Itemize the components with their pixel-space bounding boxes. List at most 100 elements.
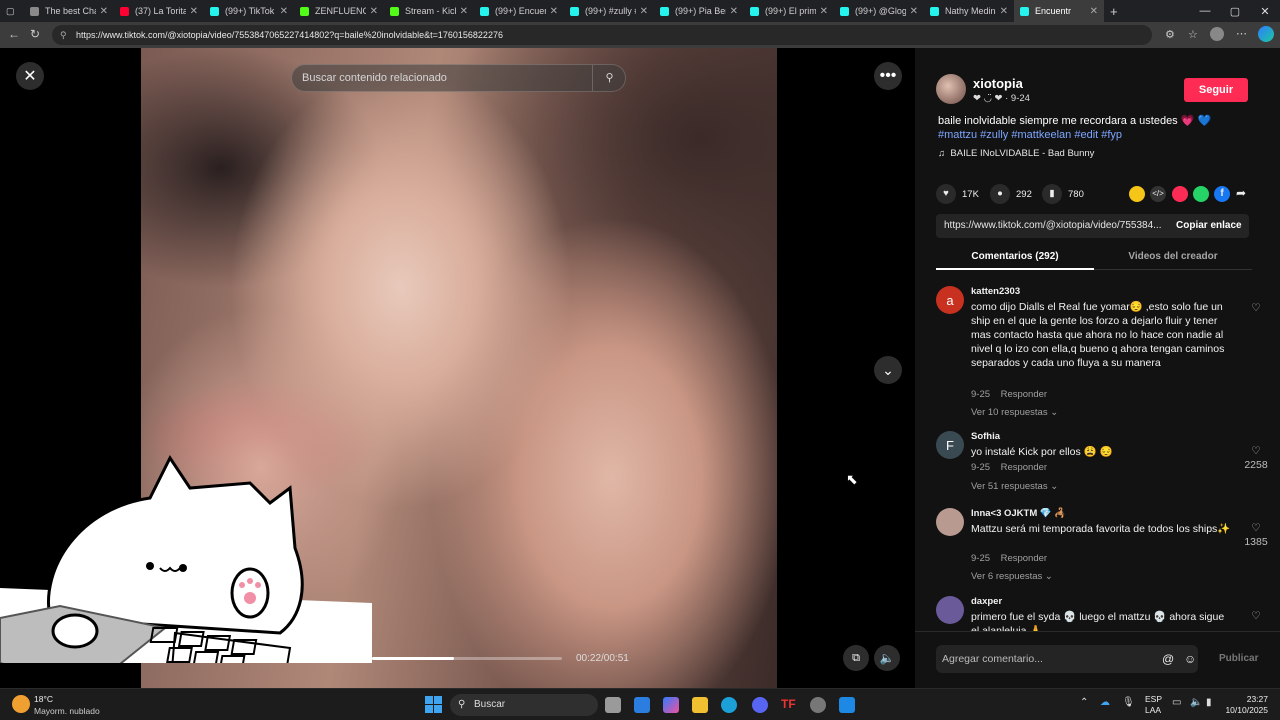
edge-icon[interactable] (721, 697, 737, 713)
weather-desc[interactable]: Mayorm. nublado (34, 706, 100, 716)
like-heart-icon[interactable]: ♡ (1236, 610, 1276, 622)
author-username[interactable]: xiotopia (973, 76, 1023, 91)
volume-icon[interactable]: 🔈 (874, 645, 900, 671)
lang-code[interactable]: ESP (1145, 694, 1162, 704)
avatar[interactable]: F (936, 431, 964, 459)
browser-tab[interactable]: (99+) @Glogi ✕ (834, 0, 924, 22)
browser-tab[interactable]: (99+) Pia Berr✕ (654, 0, 744, 22)
copilot-icon[interactable] (1258, 26, 1274, 42)
profile-avatar[interactable] (1210, 27, 1224, 41)
favorites-icon[interactable]: ☆ (1188, 28, 1198, 41)
copy-link-button[interactable]: Copiar enlace (1176, 214, 1242, 238)
view-replies-link[interactable]: Ver 6 respuestas ⌄ (971, 571, 1053, 582)
mention-icon[interactable]: @ (1162, 645, 1174, 673)
music-info[interactable]: ♫ BAILE INoLVIDABLE - Bad Bunny (938, 148, 1094, 159)
tab-close-icon[interactable]: ✕ (546, 6, 558, 17)
tab-comments[interactable]: Comentarios (292) (936, 244, 1094, 270)
avatar[interactable] (936, 596, 964, 624)
whatsapp-icon[interactable] (1193, 186, 1209, 202)
browser-tab[interactable]: ZENFLUENCER✕ (294, 0, 384, 22)
new-tab-button[interactable]: + (1104, 0, 1124, 22)
close-window-icon[interactable]: ✕ (1250, 0, 1280, 22)
send-icon[interactable] (1172, 186, 1188, 202)
close-icon[interactable]: ✕ (16, 62, 44, 90)
related-search-input[interactable]: Buscar contenido relacionado ⚲ (291, 64, 626, 92)
share-arrow-icon[interactable]: ➦ (1236, 186, 1246, 200)
browser-tab[interactable]: Stream - Kick ✕ (384, 0, 474, 22)
tab-close-icon[interactable]: ✕ (906, 6, 918, 17)
windows-start-icon[interactable] (425, 696, 442, 713)
tab-close-icon[interactable]: ✕ (1086, 6, 1098, 17)
browser-tab[interactable]: Encuentr ✕ (1014, 0, 1104, 22)
clock-time[interactable]: 23:27 (1226, 694, 1268, 704)
extensions-icon[interactable]: ⚙ (1165, 28, 1175, 41)
url-field[interactable]: ⚲ https://www.tiktok.com/@xiotopia/video… (52, 25, 1152, 45)
tab-actions-icon[interactable]: ▢ (0, 0, 24, 22)
comment-username[interactable]: Inna<3 OJKTM 💎 🦂 (971, 508, 1066, 519)
comment-username[interactable]: katten2303 (971, 286, 1020, 297)
app-photos-icon[interactable] (839, 697, 855, 713)
battery-icon[interactable]: ▮ (1206, 697, 1212, 708)
reply-link[interactable]: Responder (1001, 462, 1047, 473)
emoji-icon[interactable]: ☺ (1184, 645, 1196, 673)
tab-close-icon[interactable]: ✕ (96, 6, 108, 17)
share-link-text[interactable]: https://www.tiktok.com/@xiotopia/video/7… (944, 220, 1161, 231)
tab-close-icon[interactable]: ✕ (276, 6, 288, 17)
maximize-icon[interactable]: ▢ (1220, 0, 1250, 22)
pip-icon[interactable]: ⧉ (843, 645, 869, 671)
browser-tab[interactable]: (99+) TikTok ✕ (204, 0, 294, 22)
progress-track[interactable] (372, 657, 562, 660)
app-tf-icon[interactable]: TF (781, 697, 797, 713)
embed-code-icon[interactable]: </> (1150, 186, 1166, 202)
like-heart-icon[interactable]: ♡ (1236, 522, 1276, 534)
reply-link[interactable]: Responder (1001, 553, 1047, 564)
avatar[interactable] (936, 508, 964, 536)
comment-input[interactable]: Agregar comentario... @ ☺ (936, 645, 1198, 673)
search-icon[interactable]: ⚲ (592, 65, 626, 91)
browser-tab[interactable]: (37) La Torita ✕ (114, 0, 204, 22)
taskbar-search[interactable]: ⚲ Buscar (450, 694, 598, 716)
like-heart-icon[interactable]: ♡ (1236, 302, 1276, 314)
task-view-icon[interactable] (605, 697, 621, 713)
tab-close-icon[interactable]: ✕ (366, 6, 378, 17)
next-video-icon[interactable]: ⌄ (874, 356, 902, 384)
weather-temp[interactable]: 18°C (34, 694, 53, 704)
mic-icon[interactable]: 🎙 (1122, 697, 1135, 708)
file-explorer-icon[interactable] (692, 697, 708, 713)
follow-button[interactable]: Seguir (1184, 78, 1248, 102)
tray-chevron-icon[interactable]: ⌃ (1080, 697, 1088, 708)
like-heart-icon[interactable]: ♡ (1236, 445, 1276, 457)
tab-close-icon[interactable]: ✕ (636, 6, 648, 17)
reload-icon[interactable]: ↻ (30, 27, 40, 41)
discord-icon[interactable] (752, 697, 768, 713)
minimize-icon[interactable]: — (1190, 0, 1220, 22)
view-replies-link[interactable]: Ver 10 respuestas ⌄ (971, 407, 1058, 418)
emoji-share-icon[interactable] (1129, 186, 1145, 202)
comment-username[interactable]: Sofhia (971, 431, 1000, 442)
tab-close-icon[interactable]: ✕ (816, 6, 828, 17)
comment-bubble-icon[interactable]: ● (990, 184, 1010, 204)
view-replies-link[interactable]: Ver 51 respuestas ⌄ (971, 481, 1058, 492)
bookmark-icon[interactable]: ▮ (1042, 184, 1062, 204)
store-icon[interactable] (634, 697, 650, 713)
clock-date[interactable]: 10/10/2025 (1220, 705, 1268, 715)
weather-icon[interactable] (12, 695, 30, 713)
publish-button[interactable]: Publicar (1219, 653, 1258, 664)
tab-close-icon[interactable]: ✕ (186, 6, 198, 17)
tab-close-icon[interactable]: ✕ (996, 6, 1008, 17)
like-heart-icon[interactable]: ♥ (936, 184, 956, 204)
more-menu-icon[interactable]: ⋯ (1236, 27, 1247, 40)
onedrive-icon[interactable]: ☁ (1100, 697, 1110, 708)
facebook-icon[interactable]: f (1214, 186, 1230, 202)
browser-tab[interactable]: (99+) Encuentr✕ (474, 0, 564, 22)
app-settings-icon[interactable] (810, 697, 826, 713)
browser-tab[interactable]: (99+) #zully # ✕ (564, 0, 654, 22)
more-options-icon[interactable]: ••• (874, 62, 902, 90)
avatar[interactable]: a (936, 286, 964, 314)
tab-close-icon[interactable]: ✕ (456, 6, 468, 17)
site-info-icon[interactable]: ⚲ (60, 25, 67, 45)
lang-layout[interactable]: LAA (1145, 705, 1161, 715)
network-icon[interactable]: ▭ (1172, 697, 1181, 708)
tab-creator-videos[interactable]: Videos del creador (1094, 244, 1252, 270)
volume-icon[interactable]: 🔈 (1190, 697, 1202, 708)
